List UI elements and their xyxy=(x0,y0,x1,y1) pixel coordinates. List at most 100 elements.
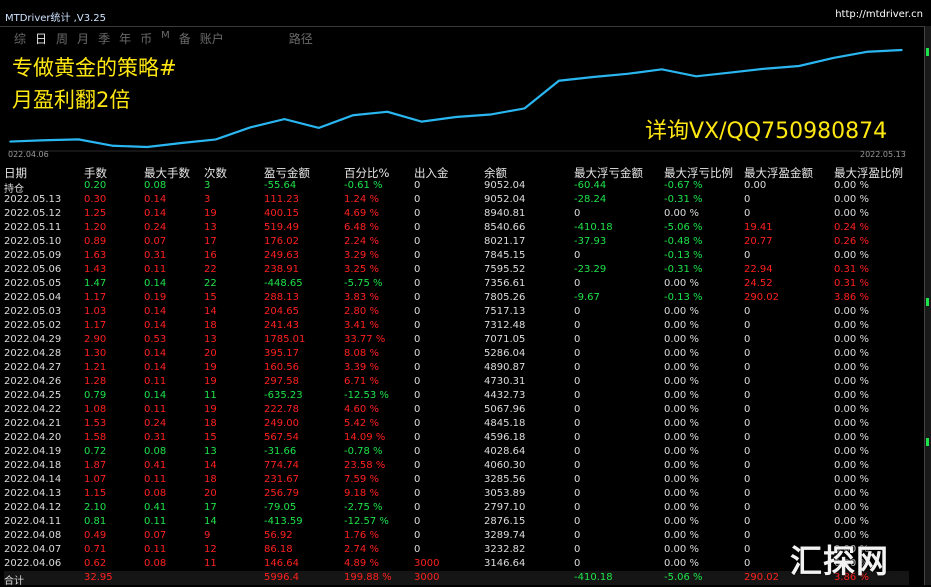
cell-max-float-profit-pct: 0.00 % xyxy=(834,180,869,191)
cell-max-float-profit: 20.77 xyxy=(744,236,773,247)
cell-max-float-loss: 0 xyxy=(574,320,581,331)
equity-point xyxy=(695,75,697,78)
cell-max-float-loss-pct: 0.00 % xyxy=(664,390,699,401)
tab-day[interactable]: 日 xyxy=(35,30,47,46)
cell-pnl: 256.79 xyxy=(264,488,299,499)
promo-contact: 详询VX/QQ750980874 xyxy=(645,119,888,144)
tab-year[interactable]: 年 xyxy=(119,30,131,46)
cell-max-float-profit-pct: 0.24 % xyxy=(834,222,869,233)
cell-deposit: 0 xyxy=(414,390,421,401)
cell-deposit: 0 xyxy=(414,194,421,205)
cell-trades: 11 xyxy=(204,558,217,569)
tab-week[interactable]: 周 xyxy=(56,30,68,46)
cell-date: 2022.05.11 xyxy=(4,222,62,233)
edge-marker xyxy=(926,48,929,56)
cell-max-float-loss: 0 xyxy=(574,558,581,569)
cell-max-float-loss: 0 xyxy=(574,488,581,499)
cell-max-float-profit: 0 xyxy=(744,418,751,429)
table-row: 2022.04.22 1.08 0.11 19 222.78 4.60 % 0 5067.96… xyxy=(4,403,909,417)
cell-max-lots: 0.11 xyxy=(144,544,167,555)
website-link[interactable]: http://mtdriver.cn xyxy=(835,9,923,20)
cell-pnl: -79.05 xyxy=(264,502,297,513)
cell-max-float-profit: 0 xyxy=(744,348,751,359)
position-row: 持仓 0.20 0.08 3 -55.64 -0.61 % 0 9052.04 -60.44 -0… xyxy=(4,179,909,195)
tab-summary[interactable]: 综 xyxy=(14,30,26,46)
cell-pnl: 231.67 xyxy=(264,474,299,485)
cell-date: 2022.04.27 xyxy=(4,362,62,373)
cell-deposit: 0 xyxy=(414,474,421,485)
cell-date: 2022.04.29 xyxy=(4,334,62,345)
cell-balance: 7312.48 xyxy=(484,320,526,331)
equity-point xyxy=(729,71,732,74)
cell-pct: 1.76 % xyxy=(344,530,379,541)
cell-lots: 1.53 xyxy=(84,418,107,429)
table-header: 日期 手数 最大手数 次数 盈亏金额 百分比% 出入金 余额 最大浮亏金额 最大浮亏比例 最大浮盈金… xyxy=(4,164,909,180)
cell-max-float-loss-pct: -0.31 % xyxy=(664,194,703,205)
cell-trades: 18 xyxy=(204,320,217,331)
cell-max-float-profit: 290.02 xyxy=(744,292,779,303)
cell-max-lots: 0.14 xyxy=(144,306,167,317)
tab-m[interactable]: M xyxy=(161,30,170,46)
cell-max-float-profit-pct: 0.00 % xyxy=(834,362,869,373)
cell-lots: 1.25 xyxy=(84,208,107,219)
table-row: 2022.04.27 1.21 0.14 19 160.56 3.39 % 0 4890.87… xyxy=(4,361,909,375)
watermark-logo: 汇探网 xyxy=(790,542,890,580)
cell-trades: 13 xyxy=(204,334,217,345)
cell-pnl: 249.00 xyxy=(264,418,299,429)
cell-max-float-profit: 290.02 xyxy=(744,572,779,583)
cell-date: 2022.05.03 xyxy=(4,306,62,317)
cell-balance: 5286.04 xyxy=(484,348,526,359)
equity-point xyxy=(523,107,526,110)
tab-currency[interactable]: 币 xyxy=(140,30,152,46)
cell-max-lots: 0.08 xyxy=(144,180,167,191)
cell-date: 2022.04.19 xyxy=(4,446,62,457)
cell-pnl: 204.65 xyxy=(264,306,299,317)
tab-month[interactable]: 月 xyxy=(77,30,89,46)
cell-max-float-loss: 0 xyxy=(574,544,581,555)
cell-max-float-loss: 0 xyxy=(574,502,581,513)
cell-max-float-profit: 0 xyxy=(744,530,751,541)
tab-path[interactable]: 路径 xyxy=(289,30,313,46)
cell-date: 2022.04.26 xyxy=(4,376,62,387)
app-title: MTDriver统计 ,V3.25 xyxy=(5,13,106,24)
cell-max-float-profit: 0 xyxy=(744,474,751,485)
cell-pct: -0.78 % xyxy=(344,446,383,457)
cell-lots: 0.30 xyxy=(84,194,107,205)
cell-date: 2022.04.20 xyxy=(4,432,62,443)
table-row: 2022.04.26 1.28 0.11 19 297.58 6.71 % 0 4730.31… xyxy=(4,375,909,389)
tab-account[interactable]: 账户 xyxy=(200,30,224,46)
cell-deposit: 0 xyxy=(414,348,421,359)
cell-pnl: 297.58 xyxy=(264,376,299,387)
tab-quarter[interactable]: 季 xyxy=(98,30,110,46)
cell-deposit: 0 xyxy=(414,376,421,387)
cell-max-float-loss: 0 xyxy=(574,516,581,527)
cell-max-float-profit: 0 xyxy=(744,390,751,401)
cell-deposit: 0 xyxy=(414,530,421,541)
cell-date: 2022.04.25 xyxy=(4,390,62,401)
cell-max-float-loss: 0 xyxy=(574,376,581,387)
cell-trades: 11 xyxy=(204,390,217,401)
cell-deposit: 0 xyxy=(414,516,421,527)
cell-pnl: 222.78 xyxy=(264,404,299,415)
tab-notes[interactable]: 备 xyxy=(179,30,191,46)
cell-max-float-profit-pct: 0.31 % xyxy=(834,278,869,289)
cell-max-float-loss-pct: 0.00 % xyxy=(664,446,699,457)
cell-pnl: -635.23 xyxy=(264,390,303,401)
table-row: 2022.04.29 2.90 0.53 13 1785.01 33.77 % 0 7071.… xyxy=(4,333,909,347)
cell-balance: 3146.64 xyxy=(484,558,526,569)
cell-max-float-loss-pct: 0.00 % xyxy=(664,278,699,289)
cell-pct: 14.09 % xyxy=(344,432,386,443)
cell-max-float-loss: 0 xyxy=(574,250,581,261)
cell-date: 2022.04.28 xyxy=(4,348,62,359)
cell-max-float-loss-pct: 0.00 % xyxy=(664,404,699,415)
cell-date: 2022.05.02 xyxy=(4,320,62,331)
cell-date: 2022.04.13 xyxy=(4,488,62,499)
cell-pnl: 774.74 xyxy=(264,460,299,471)
cell-lots: 32.95 xyxy=(84,572,113,583)
cell-lots: 1.21 xyxy=(84,362,107,373)
cell-date: 2022.05.12 xyxy=(4,208,62,219)
cell-deposit: 0 xyxy=(414,544,421,555)
cell-max-float-loss: 0 xyxy=(574,362,581,373)
cell-lots: 0.72 xyxy=(84,446,107,457)
cell-max-lots: 0.11 xyxy=(144,404,167,415)
